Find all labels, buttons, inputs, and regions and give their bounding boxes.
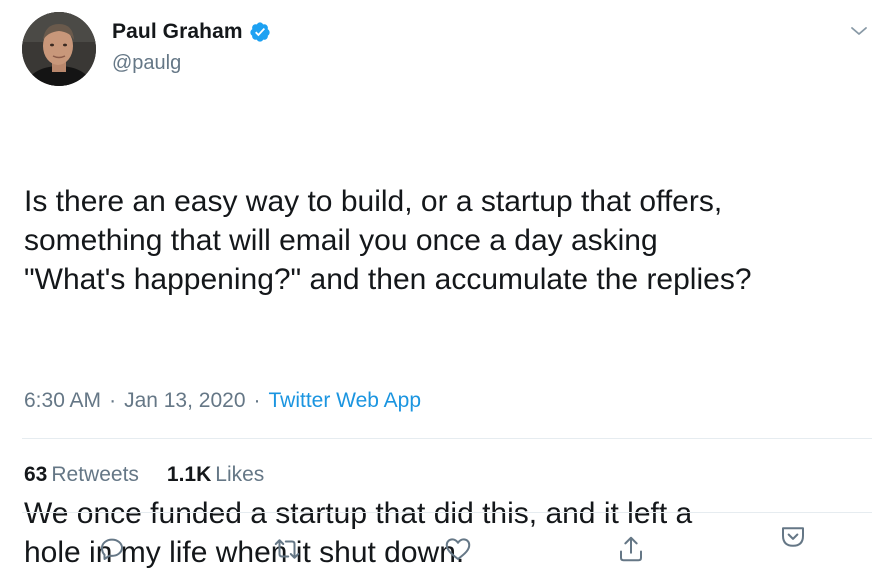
- meta-separator: ·: [253, 389, 261, 412]
- like-button[interactable]: [441, 532, 475, 566]
- retweet-button[interactable]: [270, 532, 304, 566]
- tweet-meta: 6:30 AM · Jan 13, 2020 · Twitter Web App: [24, 389, 421, 413]
- avatar[interactable]: [22, 12, 96, 86]
- retweet-icon: [274, 539, 300, 559]
- tweet-text: Is there an easy way to build, or a star…: [24, 104, 884, 586]
- heart-icon: [445, 538, 471, 560]
- tweet-paragraph-1: Is there an easy way to build, or a star…: [24, 185, 752, 296]
- author-name-row: Paul Graham: [112, 20, 271, 44]
- tweet-date[interactable]: Jan 13, 2020: [124, 389, 245, 413]
- divider: [22, 512, 872, 513]
- divider: [22, 438, 872, 439]
- share-button[interactable]: [614, 532, 648, 566]
- avatar-image: [22, 12, 96, 86]
- chevron-down-icon[interactable]: [848, 20, 870, 42]
- retweets-label: Retweets: [51, 463, 139, 486]
- likes-label: Likes: [215, 463, 265, 486]
- tweet-stats: 63 Retweets 1.1K Likes: [24, 463, 292, 487]
- author-display-name[interactable]: Paul Graham: [112, 20, 243, 44]
- save-icon: [782, 527, 804, 547]
- retweets-stat[interactable]: 63 Retweets: [24, 463, 139, 487]
- reply-icon: [101, 538, 123, 560]
- likes-stat[interactable]: 1.1K Likes: [167, 463, 264, 487]
- reply-button[interactable]: [95, 532, 129, 566]
- tweet-time[interactable]: 6:30 AM: [24, 389, 101, 413]
- save-to-pocket-button[interactable]: [776, 520, 810, 554]
- share-icon: [620, 536, 642, 562]
- verified-badge-icon: [249, 21, 271, 43]
- likes-count: 1.1K: [166, 463, 212, 486]
- author-handle[interactable]: @paulg: [112, 52, 181, 75]
- meta-separator: ·: [109, 389, 117, 412]
- retweets-count: 63: [24, 463, 48, 486]
- tweet-source-link[interactable]: Twitter Web App: [269, 389, 422, 413]
